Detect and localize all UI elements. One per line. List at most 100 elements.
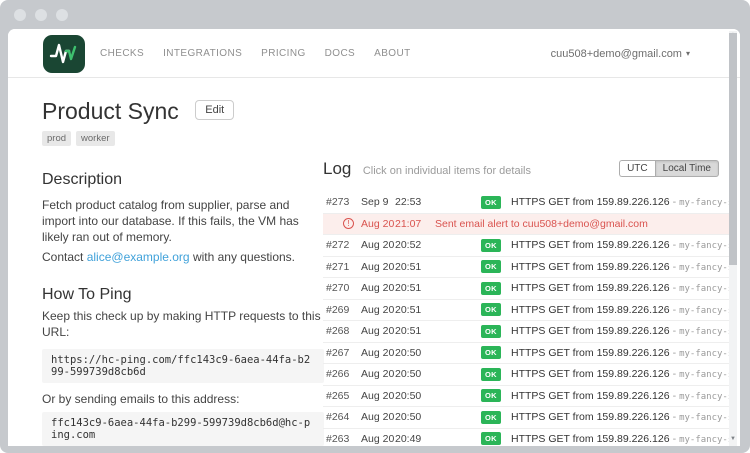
ping-event: HTTPS GET from 159.89.226.126 [511, 196, 670, 208]
nav-pricing[interactable]: PRICING [261, 48, 305, 59]
badge-cell: OK [481, 260, 511, 273]
event-separator: - [673, 282, 677, 294]
ping-date: Sep 9 [361, 196, 395, 208]
ping-detail: my-fancy-sy… [679, 241, 733, 251]
ping-event: HTTPS GET from 159.89.226.126 [511, 261, 670, 273]
log-row[interactable]: #264 Aug 20 20:50 OK HTTPS GET from 159.… [323, 407, 733, 429]
alert-date: Aug 20 [361, 218, 395, 230]
tag-worker: worker [76, 131, 115, 146]
ping-date: Aug 20 [361, 304, 395, 316]
log-header: Log Click on individual items for detail… [323, 159, 733, 189]
log-row[interactable]: #268 Aug 20 20:51 OK HTTPS GET from 159.… [323, 321, 733, 343]
badge-cell: OK [481, 196, 511, 209]
window-controls [14, 9, 68, 21]
tag-list: prod worker [42, 131, 234, 146]
ok-status-badge: OK [481, 325, 501, 338]
edit-button[interactable]: Edit [195, 100, 234, 120]
badge-cell: OK [481, 325, 511, 338]
badge-cell: OK [481, 282, 511, 295]
ping-event: HTTPS GET from 159.89.226.126 [511, 239, 670, 251]
ping-event: HTTPS GET from 159.89.226.126 [511, 304, 670, 316]
ping-date: Aug 20 [361, 433, 395, 445]
check-details-column: Description Fetch product catalog from s… [42, 159, 324, 446]
ping-time: 20:50 [395, 411, 481, 423]
ping-event-cell: HTTPS GET from 159.89.226.126-my-fancy-s… [511, 390, 733, 402]
ping-event-cell: HTTPS GET from 159.89.226.126-my-fancy-s… [511, 304, 733, 316]
ping-number: #264 [323, 411, 361, 423]
log-row[interactable]: #271 Aug 20 20:51 OK HTTPS GET from 159.… [323, 257, 733, 279]
ping-time: 20:50 [395, 390, 481, 402]
log-subtitle: Click on individual items for details [363, 165, 531, 177]
nav-checks[interactable]: CHECKS [100, 48, 144, 59]
ping-date: Aug 20 [361, 261, 395, 273]
ping-number: #269 [323, 304, 361, 316]
log-row[interactable]: #267 Aug 20 20:50 OK HTTPS GET from 159.… [323, 343, 733, 365]
description-text: Fetch product catalog from supplier, par… [42, 197, 324, 245]
description-heading: Description [42, 170, 324, 189]
browser-frame: CHECKS INTEGRATIONS PRICING DOCS ABOUT c… [0, 0, 750, 453]
ping-time: 20:51 [395, 304, 481, 316]
log-row[interactable]: #273 Sep 9 22:53 OK HTTPS GET from 159.8… [323, 192, 733, 214]
scrollbar-thumb[interactable] [729, 33, 737, 265]
ping-time: 20:50 [395, 347, 481, 359]
ok-status-badge: OK [481, 196, 501, 209]
event-separator: - [673, 196, 677, 208]
ping-event-cell: HTTPS GET from 159.89.226.126-my-fancy-s… [511, 347, 733, 359]
ping-event: HTTPS GET from 159.89.226.126 [511, 433, 670, 445]
ok-status-badge: OK [481, 239, 501, 252]
badge-cell: OK [481, 303, 511, 316]
ok-status-badge: OK [481, 411, 501, 424]
ok-status-badge: OK [481, 432, 501, 445]
page-content: Product Sync Edit prod worker Descriptio… [8, 78, 740, 446]
log-row[interactable]: #265 Aug 20 20:50 OK HTTPS GET from 159.… [323, 386, 733, 408]
page-head: Product Sync Edit prod worker [42, 98, 234, 146]
ping-event: HTTPS GET from 159.89.226.126 [511, 368, 670, 380]
ping-event: HTTPS GET from 159.89.226.126 [511, 325, 670, 337]
log-heading: Log [323, 159, 351, 178]
ping-detail: my-fancy-sy… [679, 349, 733, 359]
scroll-down-icon[interactable]: ▼ [729, 435, 737, 443]
ping-date: Aug 20 [361, 390, 395, 402]
scrollbar[interactable]: ▲ ▼ [729, 31, 737, 446]
url-instruction: Keep this check up by making HTTP reques… [42, 308, 324, 340]
ping-number: #263 [323, 433, 361, 445]
event-separator: - [673, 390, 677, 402]
ping-event: HTTPS GET from 159.89.226.126 [511, 282, 670, 294]
ping-date: Aug 20 [361, 368, 395, 380]
contact-suffix: with any questions. [190, 250, 295, 264]
local-time-button[interactable]: Local Time [655, 160, 719, 177]
alert-exclamation-icon: ! [343, 218, 354, 229]
utc-button[interactable]: UTC [619, 160, 655, 177]
ping-time: 20:51 [395, 325, 481, 337]
log-row[interactable]: #270 Aug 20 20:51 OK HTTPS GET from 159.… [323, 278, 733, 300]
log-row[interactable]: #269 Aug 20 20:51 OK HTTPS GET from 159.… [323, 300, 733, 322]
contact-email-link[interactable]: alice@example.org [87, 250, 190, 264]
healthchecks-logo[interactable] [43, 35, 85, 73]
ping-number: #268 [323, 325, 361, 337]
nav-about[interactable]: ABOUT [374, 48, 410, 59]
ping-number: #270 [323, 282, 361, 294]
ping-url-code: https://hc-ping.com/ffc143c9-6aea-44fa-b… [42, 349, 324, 383]
log-row[interactable]: #263 Aug 20 20:49 OK HTTPS GET from 159.… [323, 429, 733, 447]
page-title: Product Sync [42, 98, 179, 124]
nav-integrations[interactable]: INTEGRATIONS [163, 48, 242, 59]
browser-viewport: CHECKS INTEGRATIONS PRICING DOCS ABOUT c… [8, 29, 740, 446]
ping-date: Aug 20 [361, 282, 395, 294]
timezone-toggle: UTC Local Time [619, 160, 719, 177]
account-menu[interactable]: cuu508+demo@gmail.com ▾ [551, 29, 690, 78]
ping-event: HTTPS GET from 159.89.226.126 [511, 390, 670, 402]
ping-time: 20:50 [395, 368, 481, 380]
log-row-alert[interactable]: ! Aug 20 21:07 Sent email alert to cuu50… [323, 214, 733, 236]
ping-number: #272 [323, 239, 361, 251]
log-row[interactable]: #272 Aug 20 20:52 OK HTTPS GET from 159.… [323, 235, 733, 257]
contact-line: Contact alice@example.org with any quest… [42, 249, 324, 265]
chevron-down-icon: ▾ [686, 49, 690, 58]
ping-detail: my-fancy-sy… [679, 370, 733, 380]
ping-time: 20:51 [395, 282, 481, 294]
ok-status-badge: OK [481, 282, 501, 295]
ping-time: 20:49 [395, 433, 481, 445]
nav-docs[interactable]: DOCS [325, 48, 356, 59]
ping-number: #266 [323, 368, 361, 380]
log-row[interactable]: #266 Aug 20 20:50 OK HTTPS GET from 159.… [323, 364, 733, 386]
ok-status-badge: OK [481, 260, 501, 273]
